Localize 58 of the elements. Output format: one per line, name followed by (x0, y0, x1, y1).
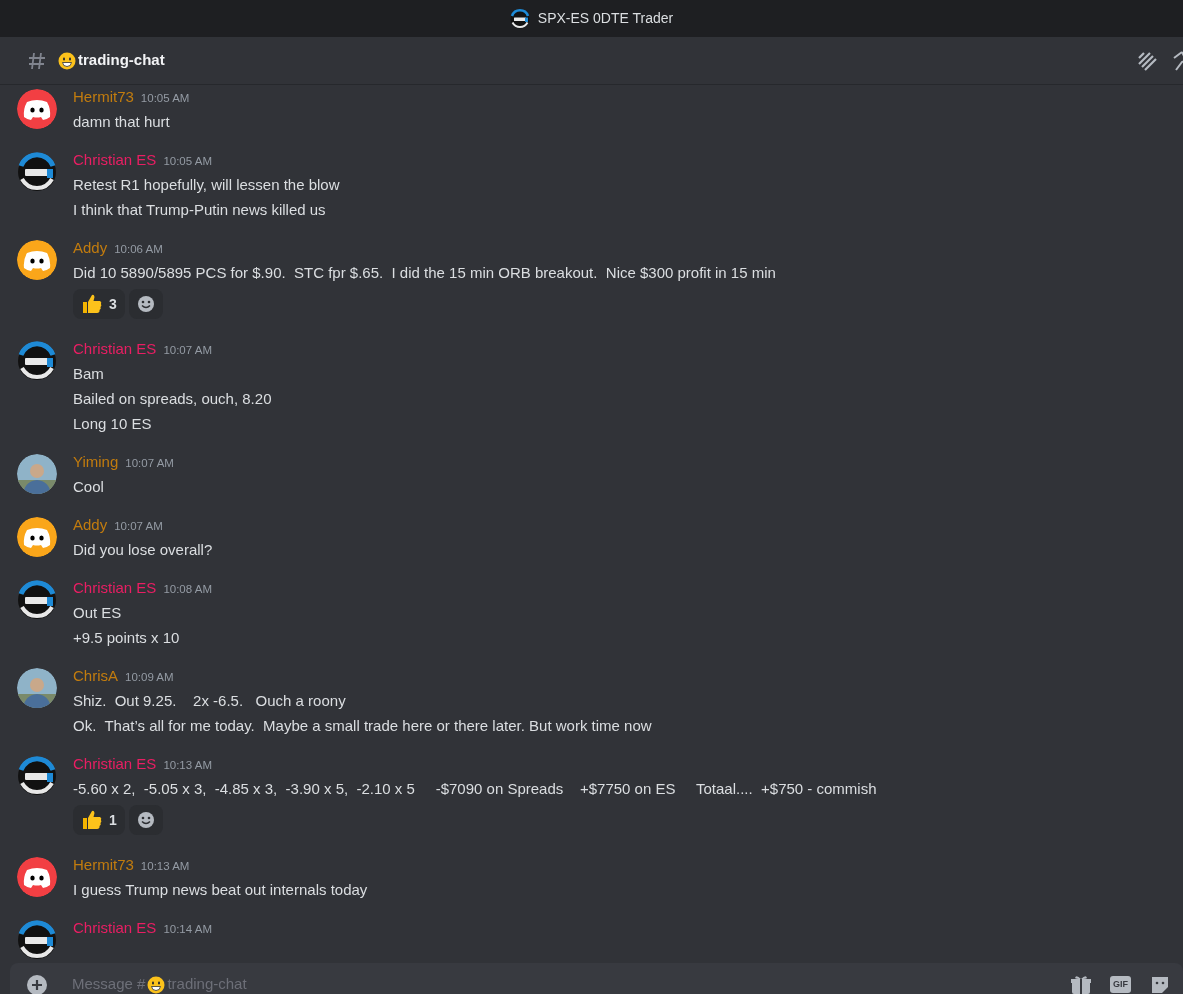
timestamp: 10:13 AM (140, 860, 190, 872)
timestamp: 10:14 AM (163, 923, 212, 935)
timestamp: 10:05 AM (163, 155, 212, 167)
smiley-icon (136, 811, 155, 829)
username: Addy (73, 516, 108, 533)
timestamp: 10:05 AM (140, 92, 190, 104)
username: Hermit73 (73, 88, 134, 105)
username: Christian ES (73, 579, 157, 596)
message-text: Did you lose overall? (73, 540, 213, 560)
message-text: Bailed on spreads, ouch, 8.20 (73, 389, 272, 409)
thumbs-up-icon (81, 293, 103, 315)
timestamp: 10:13 AM (163, 759, 212, 771)
add-reaction-button[interactable] (128, 289, 163, 319)
logo-icon (509, 8, 530, 29)
message-text: damn that hurt (73, 112, 171, 132)
placeholder-text: trading-chat (167, 974, 247, 994)
username: Christian ES (73, 755, 157, 772)
username: Addy (73, 239, 108, 256)
username: Christian ES (73, 340, 157, 357)
reaction-button[interactable]: 1 (73, 805, 125, 835)
message-text: Ok. That’s all for me today. Maybe a small trade here or there later. But work time now (73, 716, 652, 736)
message-text: I guess Trump news beat out internals today (73, 880, 368, 900)
message-text: Shiz. Out 9.25. 2x -6.5. Ouch a roony (73, 691, 347, 711)
threads-icon[interactable] (1136, 49, 1158, 72)
timestamp: 10:07 AM (114, 520, 163, 532)
timestamp: 10:07 AM (125, 457, 174, 469)
message-text: -5.60 x 2, -5.05 x 3, -4.85 x 3, -3.90 x 5, -2.10 x 5 -$7090 on Spreads +$7750 on ES Totaal.... +$750 - commish (73, 779, 877, 799)
smiley-icon (147, 975, 166, 994)
message-text: I think that Trump-Putin news killed us (73, 200, 327, 220)
gift-icon[interactable] (1070, 973, 1092, 994)
username: ChrisA (73, 667, 118, 684)
username: Hermit73 (73, 856, 134, 873)
message-text: Retest R1 hopefully, will lessen the blow (73, 175, 340, 195)
smiley-icon (136, 295, 155, 313)
username: Yiming (73, 453, 119, 470)
message-text: Cool (73, 477, 105, 497)
channel-name: trading-chat (78, 50, 165, 71)
placeholder-text: Message # (72, 974, 146, 994)
username: Christian ES (73, 919, 157, 936)
message-input[interactable]: Message # trading-chat GIF (10, 963, 1183, 994)
message-text: Did 10 5890/5895 PCS for $.90. STC fpr $.65. I did the 15 min ORB breakout. Nice $300 profit in 15 min (73, 263, 776, 283)
reaction-button[interactable]: 3 (73, 289, 125, 319)
message-text: Bam (73, 364, 105, 384)
timestamp: 10:09 AM (125, 671, 174, 683)
timestamp: 10:06 AM (114, 243, 163, 255)
timestamp: 10:07 AM (163, 344, 212, 356)
add-reaction-button[interactable] (128, 805, 163, 835)
message-text: Out ES (73, 603, 123, 623)
message-text: +9.5 points x 10 (73, 628, 181, 648)
thumbs-up-icon (81, 809, 103, 831)
timestamp: 10:08 AM (163, 583, 212, 595)
username: Christian ES (73, 151, 157, 168)
smiley-icon (58, 51, 76, 70)
plus-icon[interactable] (26, 973, 48, 994)
message-text: Long 10 ES (73, 414, 153, 434)
channel-hash-icon (28, 50, 46, 71)
window-title: SPX-ES 0DTE Trader (537, 9, 674, 28)
gif-button[interactable]: GIF (1110, 975, 1131, 994)
